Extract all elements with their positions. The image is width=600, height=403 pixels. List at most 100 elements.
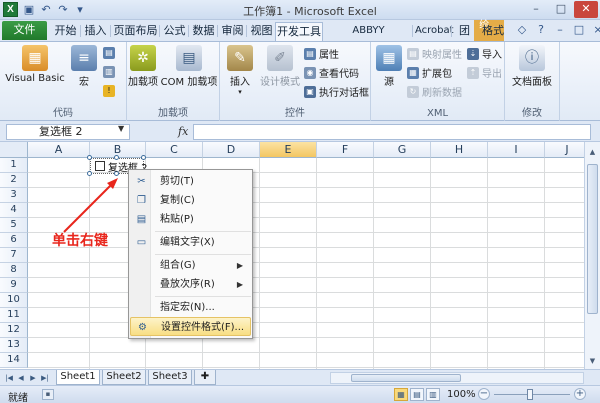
column-header-selected[interactable]: E: [260, 142, 317, 158]
scrollbar-thumb[interactable]: [351, 374, 461, 382]
column-header[interactable]: J: [545, 142, 584, 158]
close-button[interactable]: ✕: [574, 1, 598, 18]
row-header[interactable]: 7: [0, 248, 28, 263]
row-header[interactable]: 12: [0, 323, 28, 338]
resize-handle[interactable]: [87, 155, 92, 160]
scroll-up-icon[interactable]: ▲: [587, 146, 598, 158]
com-addins-button[interactable]: ▤ COM 加载项: [159, 45, 219, 88]
insert-control-button[interactable]: ✎ 插入 ▾: [224, 45, 256, 96]
sheet-tab-sheet1[interactable]: Sheet1: [56, 370, 100, 385]
row-header[interactable]: 8: [0, 263, 28, 278]
select-all-corner[interactable]: [0, 142, 28, 158]
page-layout-view-icon[interactable]: ▤: [410, 388, 424, 401]
minimize-ribbon-icon[interactable]: ◇: [515, 23, 529, 37]
next-sheet-icon[interactable]: ▶: [28, 372, 38, 384]
help-icon[interactable]: ?: [534, 23, 548, 37]
column-header[interactable]: D: [203, 142, 260, 158]
first-sheet-icon[interactable]: |◀: [4, 372, 14, 384]
redo-icon[interactable]: ↷: [56, 3, 70, 17]
column-header[interactable]: H: [431, 142, 488, 158]
tab-developer[interactable]: 开发工具: [275, 22, 323, 41]
menu-item-edit-text[interactable]: ▭ 编辑文字(X): [130, 233, 251, 252]
save-icon[interactable]: ▣: [22, 3, 36, 17]
export-button[interactable]: ⇡ 导出: [467, 65, 502, 80]
row-header[interactable]: 10: [0, 293, 28, 308]
row-header[interactable]: 4: [0, 203, 28, 218]
macros-button[interactable]: ≡ 宏: [70, 45, 98, 88]
zoom-level[interactable]: 100%: [447, 389, 476, 400]
horizontal-scrollbar[interactable]: [330, 372, 584, 384]
normal-view-icon[interactable]: ▦: [394, 388, 408, 401]
import-button[interactable]: ⇣ 导入: [467, 46, 502, 61]
page-break-view-icon[interactable]: ▥: [426, 388, 440, 401]
properties-button[interactable]: ▤ 属性: [304, 46, 339, 61]
function-icon[interactable]: fx: [178, 125, 188, 138]
tab-review[interactable]: 审阅: [219, 22, 245, 40]
row-header[interactable]: 5: [0, 218, 28, 233]
view-code-button[interactable]: ◉ 查看代码: [304, 65, 359, 80]
chevron-down-icon[interactable]: ▼: [118, 124, 124, 133]
tab-insert[interactable]: 插入: [82, 22, 108, 40]
tab-abbyy[interactable]: ABBYY FineReade: [325, 22, 411, 53]
menu-item-format-control[interactable]: ⚙ 设置控件格式(F)...: [130, 317, 251, 336]
document-panel-button[interactable]: ⓘ 文档面板: [507, 45, 557, 88]
run-dialog-button[interactable]: ▣ 执行对话框: [304, 84, 369, 99]
scrollbar-thumb[interactable]: [587, 164, 598, 314]
last-sheet-icon[interactable]: ▶|: [40, 372, 50, 384]
map-properties-button[interactable]: ▤ 映射属性: [407, 46, 462, 61]
column-header[interactable]: G: [374, 142, 431, 158]
row-header[interactable]: 2: [0, 173, 28, 188]
vertical-scrollbar[interactable]: ▲ ▼: [584, 142, 600, 369]
excel-app-icon[interactable]: X: [3, 2, 18, 17]
menu-item-group[interactable]: 组合(G) ▶: [130, 256, 251, 275]
column-header[interactable]: A: [28, 142, 90, 158]
row-header[interactable]: 1: [0, 158, 28, 173]
macro-security-button[interactable]: !: [103, 85, 115, 97]
record-macro-status-icon[interactable]: ▪: [42, 389, 54, 400]
row-header[interactable]: 13: [0, 338, 28, 353]
minimize-button[interactable]: –: [524, 1, 548, 18]
zoom-out-icon[interactable]: −: [478, 388, 490, 400]
zoom-in-icon[interactable]: +: [574, 388, 586, 400]
tab-format[interactable]: 格式: [479, 22, 507, 40]
workbook-restore-icon[interactable]: □: [572, 23, 586, 37]
row-header[interactable]: 3: [0, 188, 28, 203]
sheet-tab-sheet3[interactable]: Sheet3: [148, 370, 192, 385]
insert-sheet-icon[interactable]: ✚: [194, 370, 216, 385]
tab-view[interactable]: 视图: [248, 22, 274, 40]
workbook-minimize-icon[interactable]: –: [553, 23, 567, 37]
tab-acrobat[interactable]: Acrobat: [414, 22, 454, 40]
column-header[interactable]: I: [488, 142, 545, 158]
tab-home[interactable]: 开始: [52, 22, 78, 40]
undo-icon[interactable]: ↶: [39, 3, 53, 17]
tab-file[interactable]: 文件: [2, 21, 47, 40]
row-header[interactable]: 6: [0, 233, 28, 248]
formula-input[interactable]: [193, 124, 591, 140]
row-header[interactable]: 14: [0, 353, 28, 368]
workbook-close-icon[interactable]: ×: [591, 23, 600, 37]
menu-item-paste[interactable]: ▤ 粘贴(P): [130, 210, 251, 229]
column-header[interactable]: F: [317, 142, 374, 158]
tab-formulas[interactable]: 公式: [161, 22, 187, 40]
row-header[interactable]: 11: [0, 308, 28, 323]
sheet-tab-sheet2[interactable]: Sheet2: [102, 370, 146, 385]
refresh-data-button[interactable]: ↻ 刷新数据: [407, 84, 462, 99]
prev-sheet-icon[interactable]: ◀: [16, 372, 26, 384]
zoom-slider-thumb[interactable]: [527, 389, 533, 400]
menu-item-cut[interactable]: ✂ 剪切(T): [130, 172, 251, 191]
customize-icon[interactable]: ▾: [73, 3, 87, 17]
checkbox[interactable]: [95, 161, 105, 171]
design-mode-button[interactable]: ✐ 设计模式: [258, 45, 302, 88]
expansion-packs-button[interactable]: ▦ 扩展包: [407, 65, 452, 80]
maximize-button[interactable]: □: [549, 1, 573, 18]
scroll-down-icon[interactable]: ▼: [587, 355, 598, 367]
addins-button[interactable]: ✲ 加载项: [127, 45, 159, 88]
name-box[interactable]: 复选框 2: [6, 124, 130, 140]
visual-basic-button[interactable]: ▦ Visual Basic: [4, 45, 66, 84]
menu-item-assign-macro[interactable]: 指定宏(N)...: [130, 298, 251, 317]
tab-page-layout[interactable]: 页面布局: [112, 22, 158, 40]
tab-team[interactable]: 团队: [453, 22, 475, 54]
column-header[interactable]: C: [146, 142, 203, 158]
relative-refs-button[interactable]: ▥: [103, 66, 115, 78]
source-button[interactable]: ▦ 源: [375, 45, 403, 88]
